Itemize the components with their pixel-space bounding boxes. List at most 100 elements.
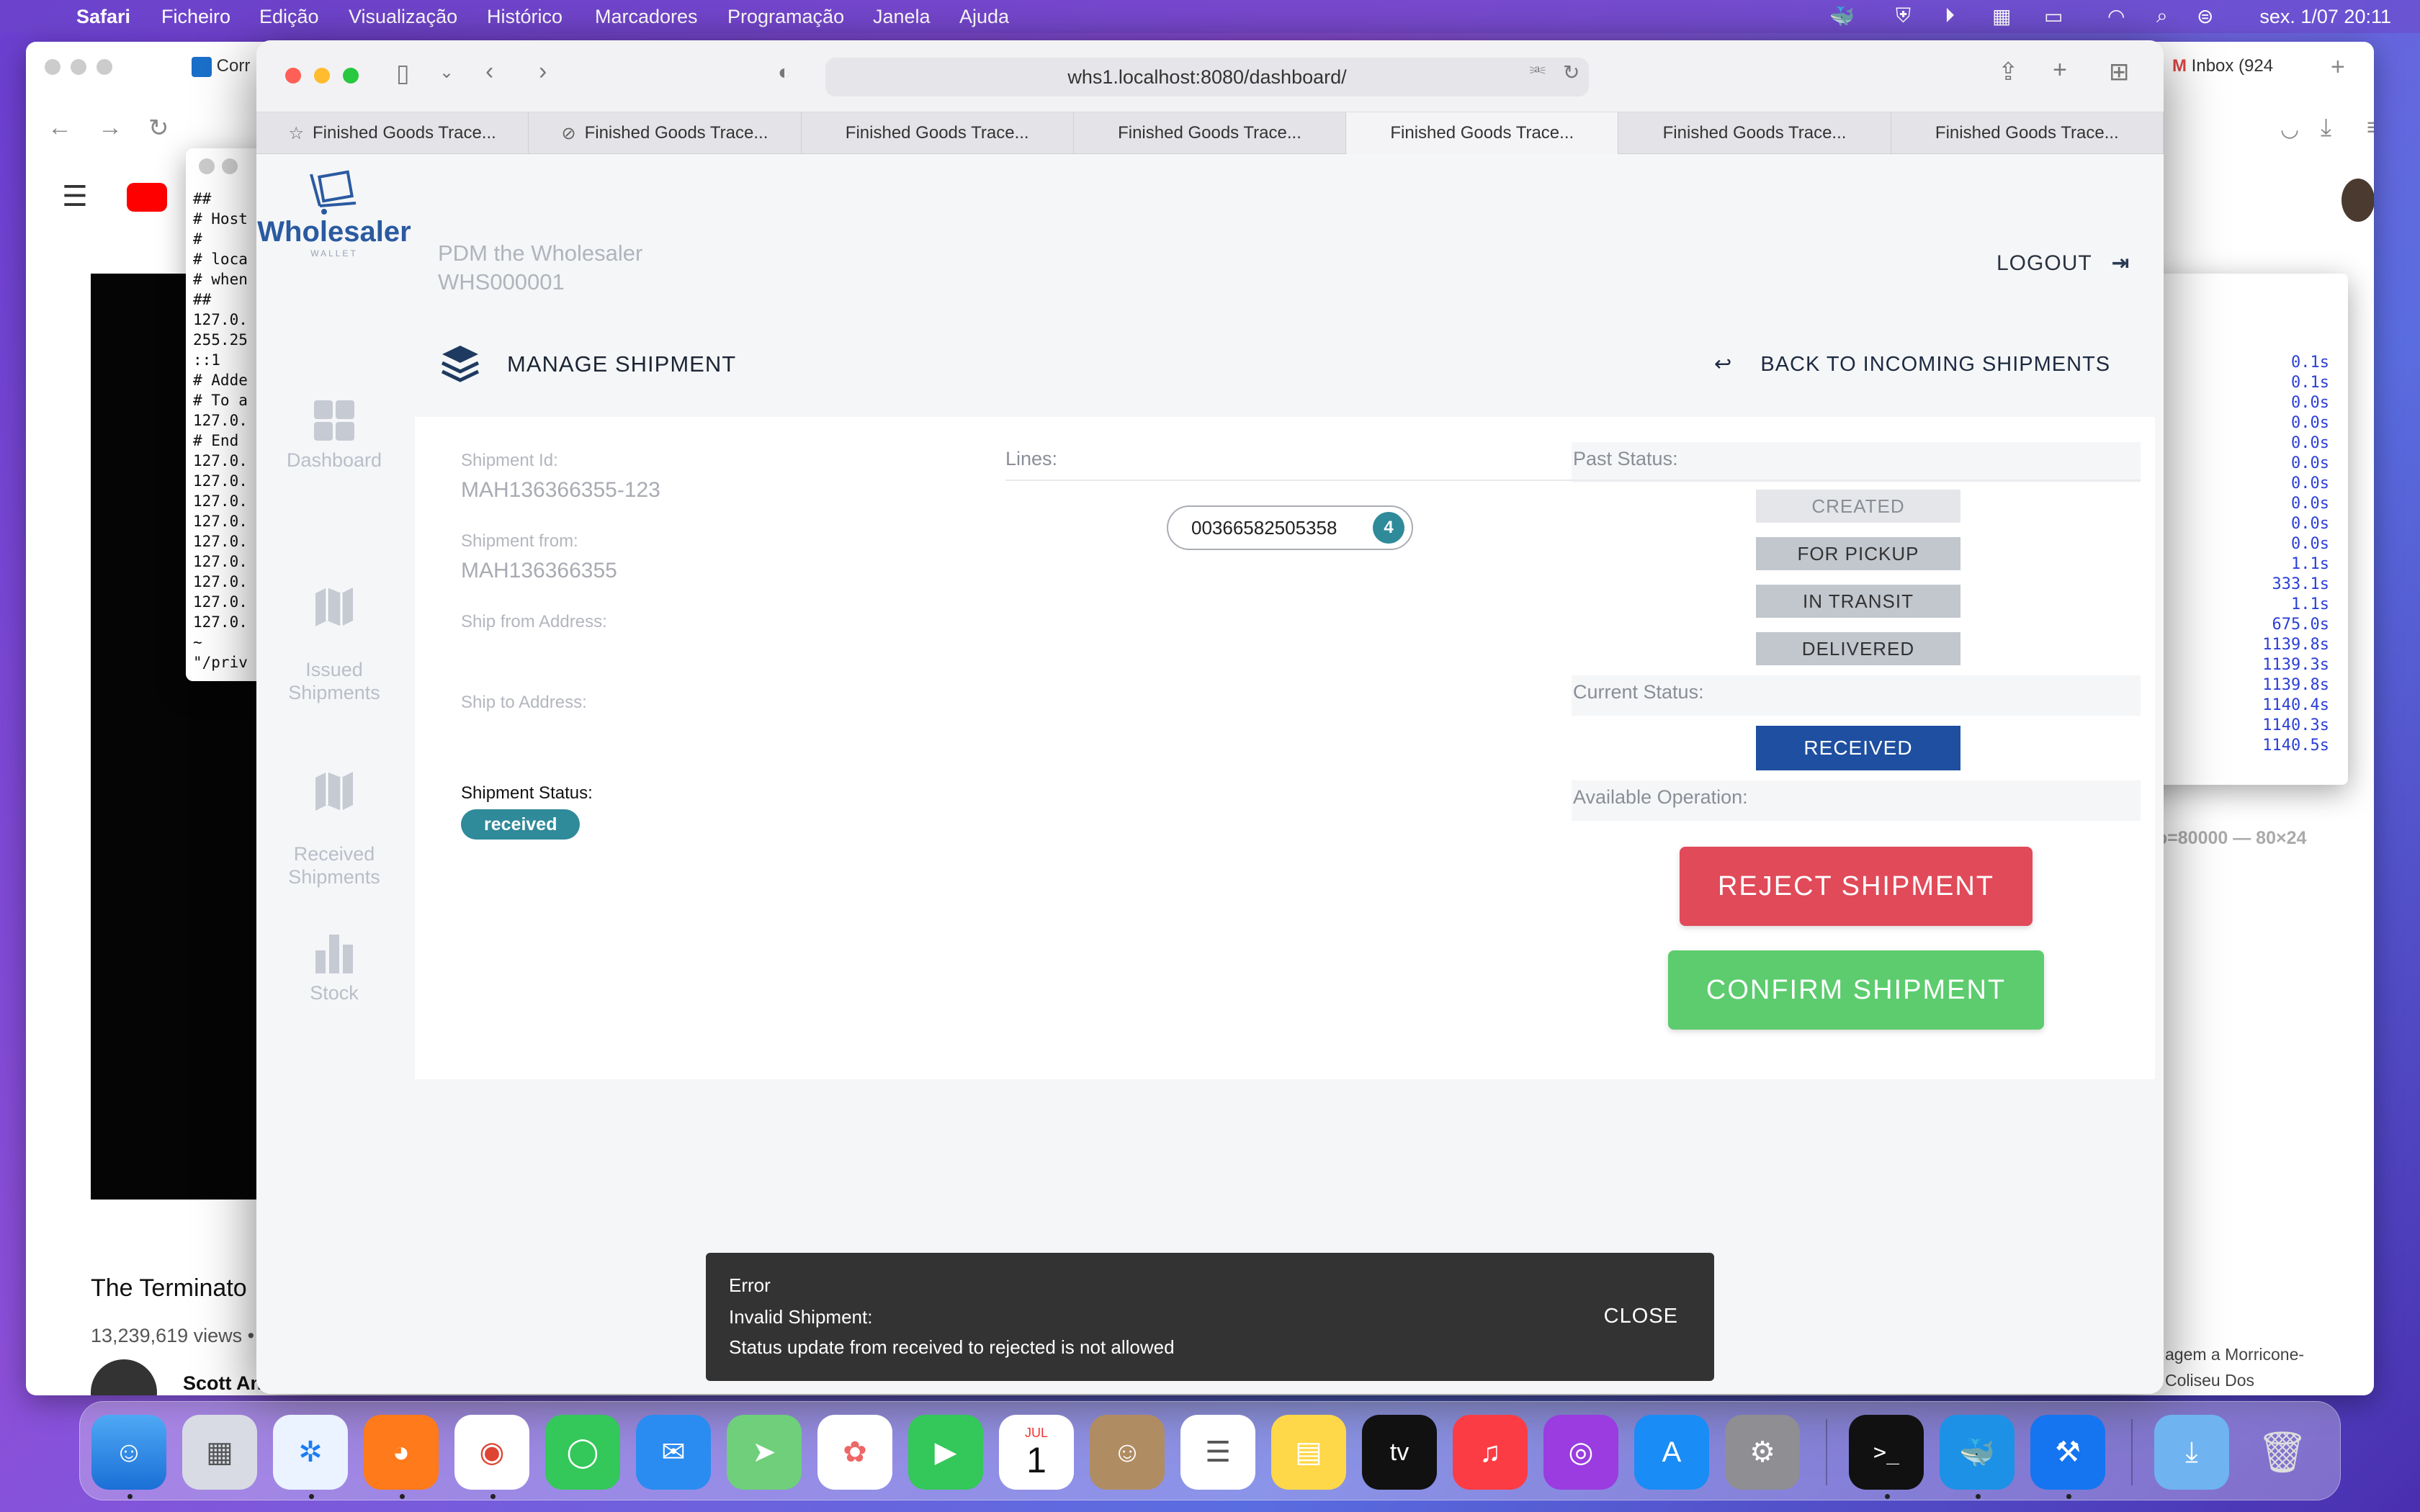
zoom-button[interactable] bbox=[343, 68, 359, 84]
terminal-icon[interactable]: >_ bbox=[1849, 1415, 1924, 1490]
share-icon[interactable]: ⇪ bbox=[1998, 58, 2019, 86]
xcode-icon[interactable]: ⚒ bbox=[2030, 1415, 2105, 1490]
timing-line: 333.1s bbox=[2272, 575, 2329, 593]
spotlight-search-icon[interactable]: ⌕ bbox=[2156, 4, 2168, 28]
reload-icon[interactable]: ↻ bbox=[148, 114, 169, 143]
new-tab-icon[interactable]: + bbox=[2053, 56, 2067, 84]
reload-icon[interactable]: ↻ bbox=[1563, 60, 1579, 84]
address-bar[interactable]: whs1.localhost:8080/dashboard/ bbox=[825, 58, 1589, 96]
launchpad-icon[interactable]: ▦ bbox=[182, 1415, 257, 1490]
youtube-channel-name[interactable]: Scott An bbox=[183, 1372, 262, 1395]
tab-1[interactable]: ☆ Finished Goods Trace... bbox=[256, 112, 529, 154]
layers-icon bbox=[441, 346, 480, 382]
sidebar-item-dashboard[interactable]: Dashboard bbox=[256, 399, 412, 472]
menu-ficheiro[interactable]: Ficheiro bbox=[161, 6, 230, 28]
chrome-icon[interactable]: ◉ bbox=[454, 1415, 529, 1490]
reminders-icon[interactable]: ☰ bbox=[1180, 1415, 1255, 1490]
maps-icon[interactable]: ➤ bbox=[727, 1415, 802, 1490]
timing-line: 0.1s bbox=[2291, 374, 2329, 392]
calendar-icon[interactable]: JUL 1 bbox=[999, 1415, 1074, 1490]
battery-icon[interactable]: ▭ bbox=[2044, 4, 2063, 28]
user-avatar[interactable] bbox=[2341, 179, 2374, 222]
outlook-icon bbox=[192, 56, 212, 77]
line-item-chip[interactable]: 00366582505358 4 bbox=[1167, 505, 1413, 550]
vpn-status-icon[interactable]: ⛨ bbox=[1896, 4, 1911, 28]
menu-visualizacao[interactable]: Visualização bbox=[349, 6, 457, 28]
podcasts-icon[interactable]: ◎ bbox=[1543, 1415, 1618, 1490]
close-button[interactable] bbox=[285, 68, 301, 84]
menu-edicao[interactable]: Edição bbox=[259, 6, 319, 28]
docker-icon[interactable]: 🐳 bbox=[1940, 1415, 2015, 1490]
downloads-folder-icon[interactable]: ⤓ bbox=[2154, 1415, 2229, 1490]
tab-6[interactable]: Finished Goods Trace... bbox=[1618, 112, 1891, 154]
logout-button[interactable]: LOGOUT ⇥ bbox=[1996, 251, 2130, 276]
minimize-button[interactable] bbox=[314, 68, 330, 84]
mail-icon[interactable]: ✉ bbox=[636, 1415, 711, 1490]
ship-from-address-label: Ship from Address: bbox=[461, 612, 607, 631]
docker-status-icon[interactable]: 🐳 bbox=[1829, 4, 1855, 28]
appletv-icon[interactable]: tv bbox=[1362, 1415, 1437, 1490]
bg-zoom-button[interactable] bbox=[97, 59, 112, 75]
channel-avatar[interactable] bbox=[91, 1359, 157, 1395]
trash-icon[interactable]: 🗑 bbox=[2245, 1415, 2320, 1490]
back-icon[interactable]: ‹ bbox=[485, 58, 493, 86]
new-tab-icon[interactable]: + bbox=[2331, 53, 2345, 81]
sidebar-item-received-shipments[interactable]: Received Shipments bbox=[256, 746, 412, 888]
notes-icon[interactable]: ▤ bbox=[1271, 1415, 1346, 1490]
reject-shipment-button[interactable]: REJECT SHIPMENT bbox=[1680, 847, 2033, 926]
keyboard-status-icon[interactable]: ▦ bbox=[1992, 4, 2011, 28]
wholesaler-logo[interactable]: Wholesaler WALLET bbox=[256, 168, 412, 258]
tab-4[interactable]: Finished Goods Trace... bbox=[1074, 112, 1347, 154]
youtube-menu-icon[interactable]: ☰ bbox=[62, 180, 88, 213]
menu-ajuda[interactable]: Ajuda bbox=[959, 6, 1009, 28]
system-preferences-icon[interactable]: ⚙ bbox=[1725, 1415, 1800, 1490]
back-arrow-icon[interactable]: ← bbox=[48, 114, 72, 142]
snackbar-close-button[interactable]: CLOSE bbox=[1604, 1305, 1678, 1328]
menu-programacao[interactable]: Programação bbox=[727, 6, 844, 28]
appstore-icon[interactable]: A bbox=[1634, 1415, 1709, 1490]
menu-janela[interactable]: Janela bbox=[873, 6, 931, 28]
menu-historico[interactable]: Histórico bbox=[487, 6, 563, 28]
bg-minimize-button[interactable] bbox=[71, 59, 86, 75]
outlook-tab[interactable]: Corr bbox=[192, 56, 250, 77]
finder-icon[interactable]: ☺ bbox=[91, 1415, 166, 1490]
hamburger-menu-icon[interactable]: ≡ bbox=[2367, 114, 2374, 142]
youtube-logo-icon[interactable] bbox=[127, 183, 167, 212]
messages-icon[interactable]: ◯ bbox=[545, 1415, 620, 1490]
gmail-tab[interactable]: M Inbox (924 bbox=[2172, 56, 2273, 76]
forward-arrow-icon[interactable]: → bbox=[98, 114, 122, 142]
back-to-incoming-button[interactable]: ↩ BACK TO INCOMING SHIPMENTS bbox=[1714, 351, 2110, 377]
wifi-icon[interactable]: ◠ bbox=[2107, 4, 2125, 28]
sidebar-item-issued-shipments[interactable]: Issued Shipments bbox=[256, 562, 412, 704]
youtube-video-title[interactable]: The Terminato bbox=[91, 1274, 247, 1302]
firefox-icon[interactable]: ◕ bbox=[364, 1415, 439, 1490]
control-center-icon[interactable]: ⊜ bbox=[2197, 4, 2213, 28]
music-icon[interactable]: ♫ bbox=[1453, 1415, 1528, 1490]
sidebar-toggle-icon[interactable]: ▯ bbox=[396, 59, 410, 88]
privacy-shield-icon[interactable]: ◐ bbox=[778, 60, 791, 85]
menu-app-name[interactable]: Safari bbox=[76, 6, 130, 28]
download-icon[interactable]: ⤓ bbox=[2321, 114, 2331, 142]
tab-3[interactable]: Finished Goods Trace... bbox=[802, 112, 1074, 154]
menu-clock[interactable]: sex. 1/07 20:11 bbox=[2259, 6, 2391, 28]
forward-icon[interactable]: › bbox=[539, 58, 547, 86]
bg-close-button[interactable] bbox=[45, 59, 60, 75]
tab-5-active[interactable]: Finished Goods Trace... bbox=[1346, 112, 1619, 154]
photos-icon[interactable]: ✿ bbox=[817, 1415, 892, 1490]
contacts-icon[interactable]: ☺ bbox=[1090, 1415, 1165, 1490]
translate-icon[interactable]: ⎃ bbox=[1530, 62, 1546, 85]
confirm-shipment-button[interactable]: CONFIRM SHIPMENT bbox=[1668, 950, 2044, 1030]
chevron-down-icon[interactable]: ⌄ bbox=[439, 62, 454, 83]
tab-7[interactable]: Finished Goods Trace... bbox=[1891, 112, 2164, 154]
safari-icon[interactable]: ✲ bbox=[273, 1415, 348, 1490]
facetime-icon[interactable]: ▶ bbox=[908, 1415, 983, 1490]
sidebar-item-stock[interactable]: Stock bbox=[256, 932, 412, 1004]
menu-marcadores[interactable]: Marcadores bbox=[595, 6, 698, 28]
play-status-icon[interactable]: ⏵ bbox=[1945, 4, 1955, 28]
term-minimize-button[interactable] bbox=[222, 158, 238, 174]
term-close-button[interactable] bbox=[199, 158, 215, 174]
pocket-icon[interactable]: ◡ bbox=[2280, 117, 2299, 142]
tab-overview-icon[interactable]: ⊞ bbox=[2109, 58, 2130, 86]
back-label: BACK TO INCOMING SHIPMENTS bbox=[1760, 353, 2111, 376]
tab-2[interactable]: ⊘ Finished Goods Trace... bbox=[529, 112, 802, 154]
